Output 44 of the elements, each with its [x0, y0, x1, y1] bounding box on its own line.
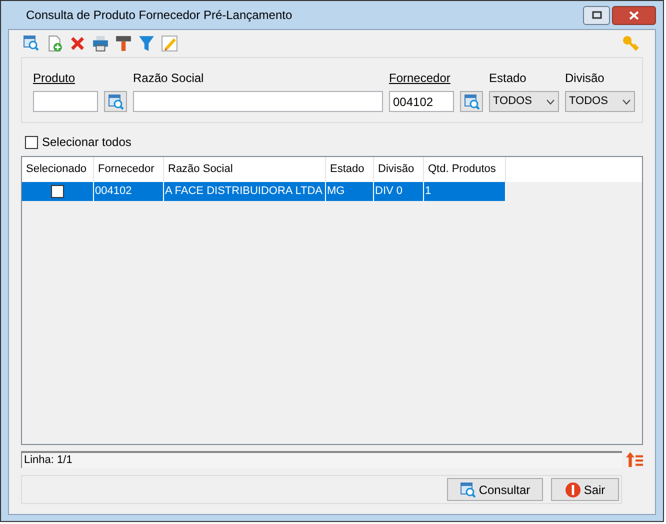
checkbox[interactable]	[25, 136, 38, 148]
restore-icon	[592, 11, 602, 19]
field-label: Estado	[489, 70, 528, 85]
search-icon	[108, 94, 124, 110]
status-field: Linha: 1/1	[21, 451, 622, 468]
close-button[interactable]	[612, 6, 656, 24]
close-icon	[629, 10, 639, 20]
table-cell: 004102	[94, 182, 164, 201]
filter-icon[interactable]	[138, 34, 155, 52]
table-cell: 1	[424, 182, 506, 201]
table-cell: A FACE DISTRIBUIDORA LTDA	[164, 182, 326, 201]
chevron-down-icon	[546, 98, 555, 104]
window-title: Consulta de Produto Fornecedor Pré-Lançamento	[26, 7, 292, 24]
search-icon	[460, 482, 476, 498]
stop-icon	[564, 482, 581, 498]
edit-icon[interactable]	[161, 34, 178, 52]
exit-button[interactable]: Sair	[551, 478, 619, 501]
chevron-down-icon	[622, 98, 631, 104]
search-icon	[464, 94, 480, 110]
field-label: Divisão	[565, 70, 606, 85]
dropdown[interactable]: TODOS	[565, 91, 635, 112]
search-button[interactable]: Consultar	[447, 478, 543, 501]
search-button[interactable]	[104, 91, 127, 112]
checkbox-label: Selecionar todos	[42, 134, 132, 151]
field-label[interactable]: Produto	[33, 69, 127, 85]
checkbox[interactable]	[51, 185, 64, 198]
delete-icon[interactable]	[69, 34, 86, 52]
search-button[interactable]	[460, 91, 483, 112]
printer-icon[interactable]	[92, 34, 109, 52]
input-field[interactable]	[33, 91, 98, 112]
restore-button[interactable]	[583, 6, 610, 24]
search-button[interactable]	[23, 34, 40, 52]
search-icon	[23, 35, 39, 51]
hammer-icon[interactable]	[115, 34, 132, 52]
input-field[interactable]	[133, 91, 383, 112]
add-document-icon[interactable]	[46, 34, 63, 52]
table-cell: MG	[326, 182, 374, 201]
table-row[interactable]: 004102 A FACE DISTRIBUIDORA LTDA MG DIV 0 1	[22, 182, 506, 201]
field-label: Razão Social	[133, 70, 205, 85]
table-cell: DIV 0	[374, 182, 424, 201]
dropdown[interactable]: TODOS	[489, 91, 559, 112]
sort-icon[interactable]	[626, 451, 643, 468]
field-label[interactable]: Fornecedor	[389, 69, 483, 85]
input-field[interactable]: 004102	[389, 91, 454, 112]
